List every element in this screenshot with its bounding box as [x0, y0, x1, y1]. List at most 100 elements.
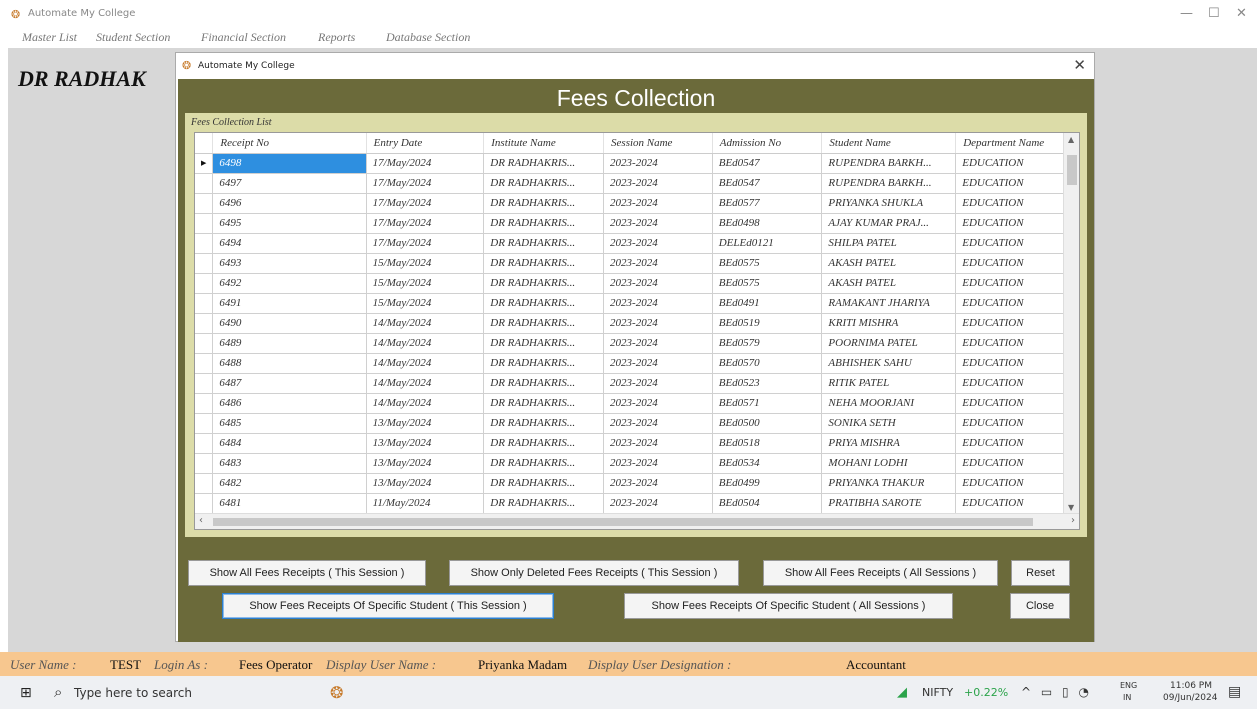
cell-entry-date[interactable]: 17/May/2024 [366, 193, 485, 214]
cell-admission-no[interactable]: BEd0519 [712, 313, 823, 334]
cell-department-name[interactable]: EDUCATION [955, 213, 1079, 234]
cell-department-name[interactable]: EDUCATION [955, 493, 1079, 514]
cell-session-name[interactable]: 2023-2024 [603, 273, 713, 294]
cell-student-name[interactable]: AKASH PATEL [821, 273, 957, 294]
cell-institute-name[interactable]: DR RADHAKRIS... [483, 393, 605, 414]
table-row[interactable]: 6493 15/May/2024 DR RADHAKRIS... 2023-2024 B… [195, 253, 1079, 274]
cell-entry-date[interactable]: 14/May/2024 [366, 373, 485, 394]
cell-institute-name[interactable]: DR RADHAKRIS... [483, 293, 605, 314]
cell-department-name[interactable]: EDUCATION [955, 273, 1079, 294]
cell-admission-no[interactable]: BEd0547 [712, 153, 823, 174]
row-header[interactable] [195, 193, 214, 214]
cell-receipt-no[interactable]: 6486 [212, 393, 367, 414]
cell-entry-date[interactable]: 13/May/2024 [366, 413, 485, 434]
table-row[interactable]: 6494 17/May/2024 DR RADHAKRIS... 2023-2024 D… [195, 233, 1079, 254]
cell-entry-date[interactable]: 17/May/2024 [366, 153, 485, 174]
notification-icon[interactable]: ▤ [1228, 684, 1241, 700]
cell-student-name[interactable]: ABHISHEK SAHU [821, 353, 957, 374]
cell-institute-name[interactable]: DR RADHAKRIS... [483, 153, 605, 174]
cell-admission-no[interactable]: BEd0575 [712, 253, 823, 274]
cell-institute-name[interactable]: DR RADHAKRIS... [483, 173, 605, 194]
vertical-scrollbar[interactable]: ▲ ▼ [1063, 133, 1079, 514]
cell-department-name[interactable]: EDUCATION [955, 313, 1079, 334]
cell-receipt-no[interactable]: 6481 [212, 493, 367, 514]
cell-session-name[interactable]: 2023-2024 [603, 293, 713, 314]
cell-department-name[interactable]: EDUCATION [955, 193, 1079, 214]
language-indicator[interactable]: ENG [1120, 681, 1137, 690]
cell-institute-name[interactable]: DR RADHAKRIS... [483, 473, 605, 494]
cell-session-name[interactable]: 2023-2024 [603, 473, 713, 494]
minimize-icon[interactable]: — [1180, 6, 1193, 21]
region-indicator[interactable]: IN [1123, 693, 1131, 702]
cell-receipt-no[interactable]: 6490 [212, 313, 367, 334]
cell-session-name[interactable]: 2023-2024 [603, 373, 713, 394]
nifty-change[interactable]: +0.22% [964, 686, 1008, 699]
table-row[interactable]: 6497 17/May/2024 DR RADHAKRIS... 2023-2024 B… [195, 173, 1079, 194]
cell-admission-no[interactable]: BEd0499 [712, 473, 823, 494]
cell-student-name[interactable]: RUPENDRA BARKH... [821, 153, 957, 174]
column-header-student-name[interactable]: Student Name [821, 133, 957, 154]
cell-receipt-no[interactable]: 6484 [212, 433, 367, 454]
table-row[interactable]: 6481 11/May/2024 DR RADHAKRIS... 2023-2024 B… [195, 493, 1079, 514]
cell-session-name[interactable]: 2023-2024 [603, 253, 713, 274]
table-row[interactable]: 6485 13/May/2024 DR RADHAKRIS... 2023-2024 B… [195, 413, 1079, 434]
show-specific-student-this-session-button[interactable]: Show Fees Receipts Of Specific Student (… [222, 593, 554, 619]
taskbar-search-input[interactable]: Type here to search [74, 686, 192, 700]
cell-admission-no[interactable]: BEd0577 [712, 193, 823, 214]
row-header[interactable] [195, 493, 214, 514]
table-row[interactable]: 6484 13/May/2024 DR RADHAKRIS... 2023-2024 B… [195, 433, 1079, 454]
cell-entry-date[interactable]: 13/May/2024 [366, 473, 485, 494]
column-header-receipt-no[interactable]: Receipt No [212, 133, 367, 154]
menu-master-list[interactable]: Master List [22, 30, 77, 45]
row-header[interactable] [195, 433, 214, 454]
cell-session-name[interactable]: 2023-2024 [603, 393, 713, 414]
cell-institute-name[interactable]: DR RADHAKRIS... [483, 493, 605, 514]
cell-admission-no[interactable]: BEd0547 [712, 173, 823, 194]
cell-session-name[interactable]: 2023-2024 [603, 233, 713, 254]
row-header[interactable] [195, 453, 214, 474]
horizontal-scrollbar[interactable]: ‹ › [195, 513, 1079, 529]
cell-department-name[interactable]: EDUCATION [955, 293, 1079, 314]
cell-entry-date[interactable]: 15/May/2024 [366, 293, 485, 314]
cell-receipt-no[interactable]: 6488 [212, 353, 367, 374]
cell-institute-name[interactable]: DR RADHAKRIS... [483, 453, 605, 474]
search-icon[interactable]: ⌕ [54, 683, 62, 701]
cell-receipt-no[interactable]: 6493 [212, 253, 367, 274]
clock-date[interactable]: 09/Jun/2024 [1163, 693, 1217, 703]
column-header-institute-name[interactable]: Institute Name [483, 133, 605, 154]
row-header[interactable] [195, 333, 214, 354]
cell-admission-no[interactable]: BEd0518 [712, 433, 823, 454]
scroll-down-icon[interactable]: ▼ [1068, 503, 1074, 512]
table-row[interactable]: 6482 13/May/2024 DR RADHAKRIS... 2023-2024 B… [195, 473, 1079, 494]
cell-entry-date[interactable]: 14/May/2024 [366, 313, 485, 334]
cell-receipt-no[interactable]: 6485 [212, 413, 367, 434]
cell-session-name[interactable]: 2023-2024 [603, 433, 713, 454]
cell-admission-no[interactable]: BEd0523 [712, 373, 823, 394]
cell-entry-date[interactable]: 14/May/2024 [366, 333, 485, 354]
menu-reports[interactable]: Reports [318, 30, 355, 45]
cell-entry-date[interactable]: 14/May/2024 [366, 353, 485, 374]
reset-button[interactable]: Reset [1011, 560, 1070, 586]
cell-session-name[interactable]: 2023-2024 [603, 413, 713, 434]
table-row[interactable]: 6492 15/May/2024 DR RADHAKRIS... 2023-2024 B… [195, 273, 1079, 294]
dialog-close-icon[interactable]: ✕ [1073, 56, 1086, 74]
row-header[interactable] [195, 393, 214, 414]
cell-department-name[interactable]: EDUCATION [955, 373, 1079, 394]
cell-institute-name[interactable]: DR RADHAKRIS... [483, 193, 605, 214]
cell-student-name[interactable]: MOHANI LODHI [821, 453, 957, 474]
cell-session-name[interactable]: 2023-2024 [603, 193, 713, 214]
cell-institute-name[interactable]: DR RADHAKRIS... [483, 433, 605, 454]
row-header[interactable] [195, 233, 214, 254]
cell-receipt-no[interactable]: 6489 [212, 333, 367, 354]
cell-student-name[interactable]: RAMAKANT JHARIYA [821, 293, 957, 314]
cell-session-name[interactable]: 2023-2024 [603, 153, 713, 174]
windows-start-icon[interactable]: ⊞ [20, 685, 32, 701]
cell-admission-no[interactable]: BEd0579 [712, 333, 823, 354]
show-deleted-this-session-button[interactable]: Show Only Deleted Fees Receipts ( This S… [449, 560, 739, 586]
cell-receipt-no[interactable]: 6483 [212, 453, 367, 474]
taskbar-app-icon[interactable]: ❂ [330, 683, 343, 702]
cell-department-name[interactable]: EDUCATION [955, 433, 1079, 454]
cell-session-name[interactable]: 2023-2024 [603, 493, 713, 514]
table-row[interactable]: ▶ 6498 17/May/2024 DR RADHAKRIS... 2023-2024… [195, 153, 1079, 174]
cell-admission-no[interactable]: BEd0491 [712, 293, 823, 314]
